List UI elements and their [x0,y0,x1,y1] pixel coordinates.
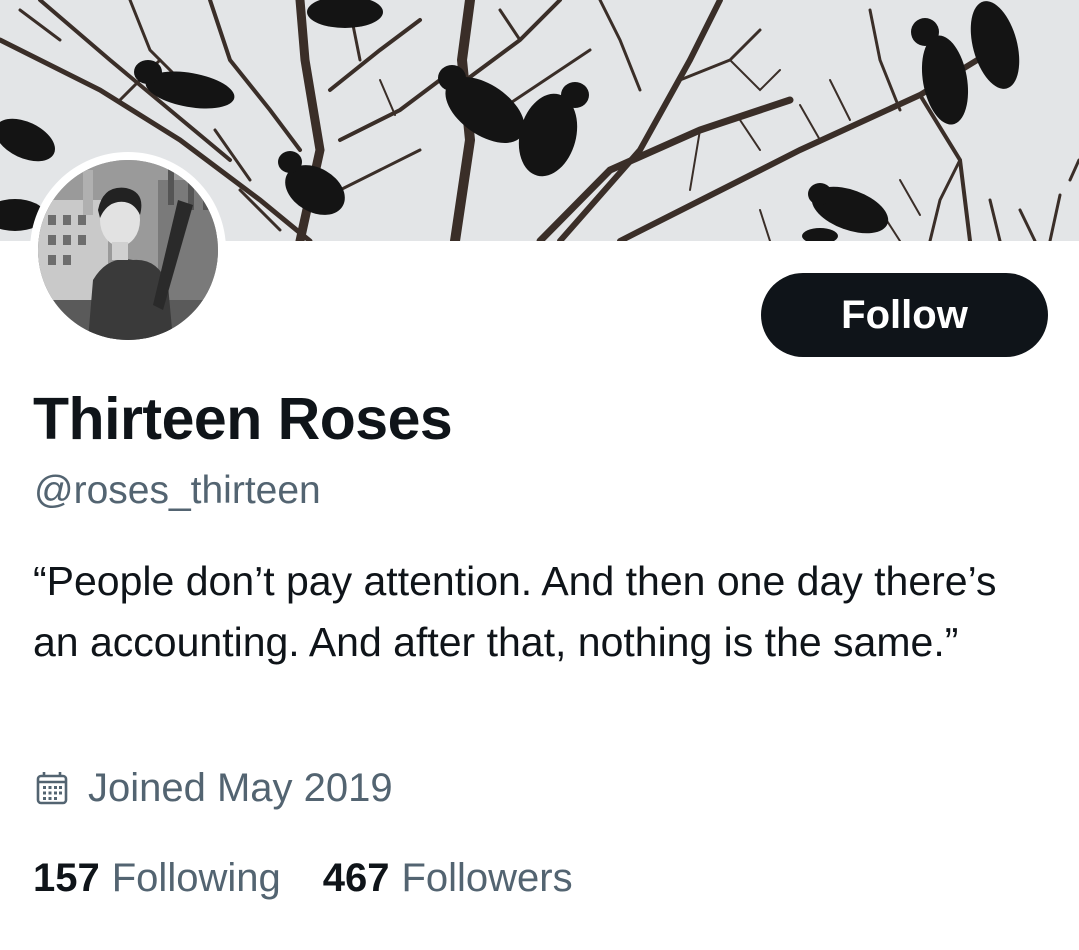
calendar-icon [36,772,68,805]
followers-label: Followers [401,856,573,900]
joined-date: Joined May 2019 [36,762,393,814]
following-link[interactable]: 157 Following [33,852,281,904]
avatar-image [38,160,218,340]
profile-bio: “People don’t pay attention. And then on… [33,558,997,665]
profile-handle: @roses_thirteen [34,469,321,512]
follow-button[interactable]: Follow [761,273,1048,357]
avatar[interactable] [30,152,226,348]
display-name: Thirteen Roses [33,386,453,452]
joined-label: Joined May 2019 [88,765,393,810]
following-count: 157 [33,856,100,900]
followers-link[interactable]: 467 Followers [323,852,573,904]
followers-count: 467 [322,856,390,900]
profile-stats: 157 Following 467 Followers [33,852,573,904]
following-label: Following [111,856,281,900]
